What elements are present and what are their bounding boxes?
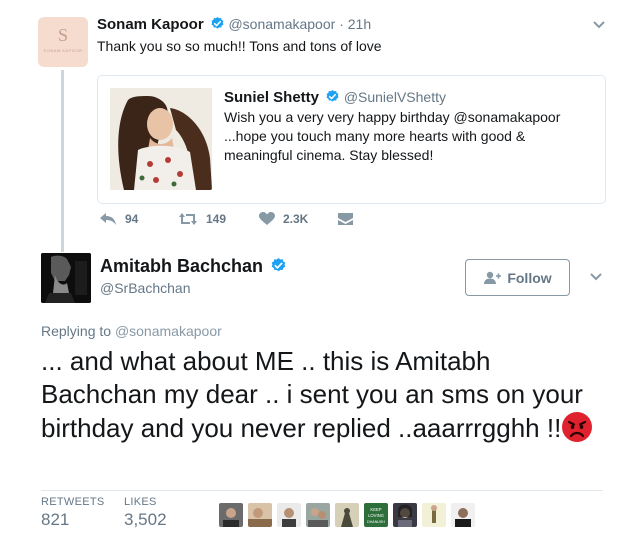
chevron-down-icon[interactable] — [592, 20, 606, 30]
svg-text:DHANUSH: DHANUSH — [367, 520, 385, 524]
add-user-icon — [484, 271, 502, 284]
angry-face-emoji-icon — [562, 412, 593, 442]
likes-value: 3,502 — [124, 510, 167, 529]
tweet-timestamp[interactable]: 21h — [348, 16, 371, 32]
replying-prefix: Replying to — [41, 323, 112, 339]
stats-divider — [41, 490, 603, 491]
verified-badge-icon — [271, 258, 286, 272]
author-name[interactable]: Sonam Kapoor — [97, 16, 204, 33]
author-handle[interactable]: @sonamakapoor — [228, 16, 335, 32]
liker-avatars: KEEP LOVING DHANUSH — [219, 503, 475, 527]
liker-avatar[interactable]: KEEP LOVING DHANUSH — [364, 503, 388, 527]
quoted-author-handle[interactable]: @SunielVShetty — [344, 89, 446, 105]
liker-avatar[interactable] — [335, 503, 359, 527]
envelope-icon — [338, 213, 353, 225]
quoted-tweet-photo — [110, 88, 212, 190]
meta-separator: · — [339, 16, 344, 32]
follow-button[interactable]: Follow — [465, 259, 570, 296]
quoted-tweet-card[interactable]: Suniel Shetty @SunielVShetty Wish you a … — [97, 75, 606, 204]
avatar-caption: SONAM KAPOOR — [43, 48, 83, 53]
follow-button-label: Follow — [507, 269, 552, 286]
parent-tweet-text: Thank you so so much!! Tons and tons of … — [97, 38, 382, 54]
retweet-icon — [179, 213, 197, 225]
parent-tweet-header: Sonam Kapoor @sonamakapoor · 21h — [97, 16, 371, 33]
verified-badge-icon — [211, 16, 224, 29]
reply-action[interactable]: 94 — [99, 212, 138, 226]
chevron-down-icon[interactable] — [589, 272, 603, 282]
main-tweet-text-content: ... and what about ME .. this is Amitabh… — [41, 346, 583, 443]
likes-stat[interactable]: LIKES 3,502 — [124, 496, 167, 530]
retweets-value: 821 — [41, 510, 70, 529]
quoted-tweet-text: Wish you a very very happy birthday @son… — [224, 109, 561, 163]
verified-badge-icon — [326, 89, 339, 102]
reply-count: 94 — [125, 212, 139, 226]
direct-message-action[interactable] — [337, 212, 354, 226]
svg-text:KEEP: KEEP — [370, 507, 381, 512]
liker-avatar[interactable] — [393, 503, 417, 527]
replying-to-link[interactable]: @sonamakapoor — [115, 323, 222, 339]
liker-avatar[interactable] — [277, 503, 301, 527]
main-author-name[interactable]: Amitabh Bachchan — [100, 256, 263, 276]
main-author-handle[interactable]: @SrBachchan — [100, 280, 190, 296]
amitabh-avatar[interactable] — [41, 253, 91, 303]
reply-icon — [100, 213, 116, 225]
thread-connector-line — [61, 70, 64, 252]
liker-avatar[interactable] — [422, 503, 446, 527]
liker-avatar[interactable] — [306, 503, 330, 527]
likes-label: LIKES — [124, 496, 157, 508]
avatar-monogram: S — [57, 25, 68, 45]
quoted-tweet-header: Suniel Shetty @SunielVShetty — [224, 89, 446, 106]
svg-text:LOVING: LOVING — [368, 513, 384, 518]
main-tweet-text: ... and what about ME .. this is Amitabh… — [41, 345, 601, 445]
retweet-count: 149 — [206, 212, 227, 226]
like-count: 2.3K — [283, 212, 309, 226]
liker-avatar[interactable] — [451, 503, 475, 527]
quoted-author-name[interactable]: Suniel Shetty — [224, 89, 319, 106]
replying-to: Replying to @sonamakapoor — [41, 323, 222, 339]
like-action[interactable]: 2.3K — [259, 212, 308, 226]
liker-avatar[interactable] — [248, 503, 272, 527]
liker-avatar[interactable] — [219, 503, 243, 527]
main-tweet-header: Amitabh Bachchan — [100, 256, 287, 277]
heart-icon — [259, 212, 275, 225]
retweets-stat[interactable]: RETWEETS 821 — [41, 496, 105, 530]
retweet-action[interactable]: 149 — [178, 212, 226, 226]
retweets-label: RETWEETS — [41, 496, 105, 508]
sonam-avatar[interactable]: S SONAM KAPOOR — [38, 17, 88, 67]
